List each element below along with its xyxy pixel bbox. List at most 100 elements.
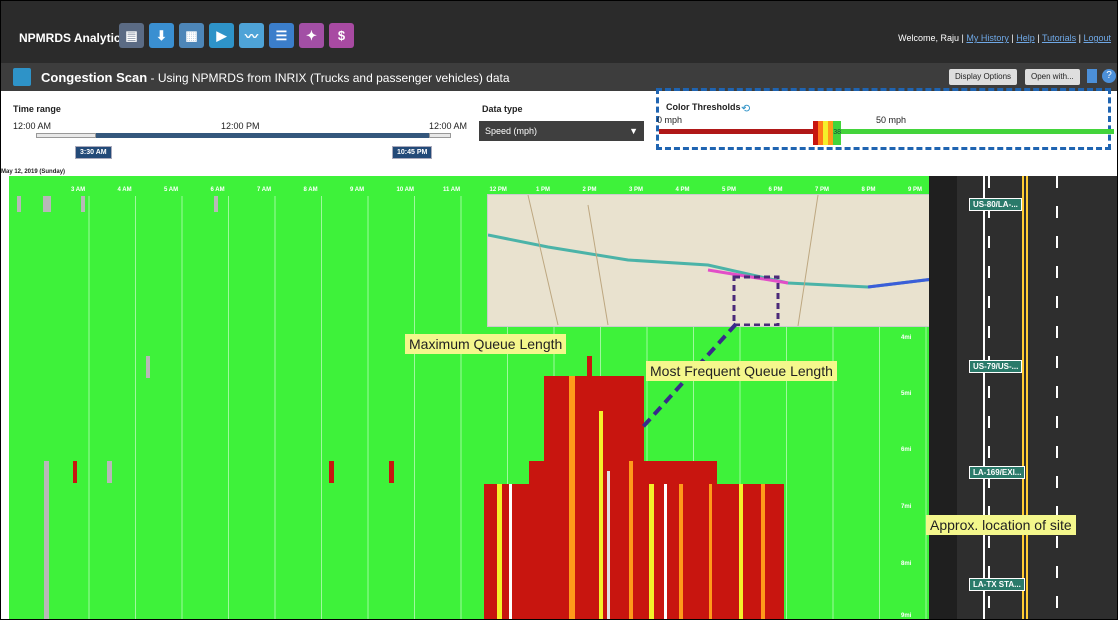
congestion-cell (679, 484, 683, 619)
congestion-cell (73, 461, 77, 483)
data-icon[interactable]: ▤ (119, 23, 144, 48)
congestion-cell (569, 376, 575, 619)
congestion-cell (329, 461, 334, 483)
congestion-cell (389, 461, 394, 483)
time-range-slider[interactable] (36, 133, 451, 138)
time-range-start-tag: 3:30 AM (75, 146, 112, 159)
congestion-cell (709, 484, 712, 619)
color-thresholds-label: Color Thresholds (666, 102, 741, 112)
hour-label: 7 AM (257, 187, 272, 193)
hour-label: 4 PM (675, 187, 690, 193)
congestion-scan-icon (13, 68, 31, 86)
controls-panel: Time range 12:00 AM 12:00 PM 12:00 AM 3:… (1, 88, 1117, 171)
tutorials-link[interactable]: Tutorials (1042, 33, 1076, 43)
congestion-cell (739, 484, 743, 619)
top-navigation-bar: NPMRDS Analytics ▤ ⬇ ▦ ▶ 〰 ☰ ✦ $ Welcome… (1, 1, 1117, 63)
logout-link[interactable]: Logout (1083, 33, 1111, 43)
hour-label: 10 AM (396, 187, 414, 193)
grid-date: May 12, 2019 (Sunday) (1, 169, 66, 175)
hour-label: 5 PM (722, 187, 737, 193)
congestion-cell (587, 356, 592, 619)
congestion-cell (607, 471, 610, 619)
hour-label: 5 AM (164, 187, 179, 193)
line-chart-icon[interactable]: 〰 (239, 23, 264, 48)
user-menu: Welcome, Raju | My History | Help | Tuto… (898, 33, 1111, 43)
mile-label-4: 4mi (901, 335, 912, 341)
congestion-cell (107, 461, 112, 483)
download-icon[interactable]: ⬇ (149, 23, 174, 48)
document-icon[interactable] (1087, 69, 1097, 83)
app-brand[interactable]: NPMRDS Analytics (19, 31, 127, 45)
hour-label: 8 AM (303, 187, 318, 193)
list-icon[interactable]: ☰ (269, 23, 294, 48)
hour-label: 11 AM (443, 187, 461, 193)
road-label-us79[interactable]: US-79/US-... (969, 360, 1023, 373)
hour-label: 6 PM (768, 187, 783, 193)
congestion-cell (146, 356, 150, 378)
hour-label: 4 AM (117, 187, 132, 193)
congestion-cell (649, 484, 654, 619)
corridor-map-inset (487, 194, 984, 327)
road-diagram: US-80/LA-... US-79/US-... LA-169/EXI... … (929, 176, 1117, 619)
video-icon[interactable]: ▶ (209, 23, 234, 48)
site-location-callout: Approx. location of site (926, 515, 1076, 535)
mile-label-5: 5mi (901, 391, 912, 397)
map-tool-icon[interactable]: ▦ (179, 23, 204, 48)
chevron-down-icon: ▼ (629, 126, 638, 136)
hour-label: 12 PM (489, 187, 507, 193)
help-link[interactable]: Help (1016, 33, 1035, 43)
congestion-cell (599, 411, 603, 619)
dollar-icon[interactable]: $ (329, 23, 354, 48)
site-location-box (732, 275, 780, 326)
time-range-mid: 12:00 PM (221, 121, 260, 131)
data-type-value: Speed (mph) (485, 126, 538, 136)
hour-label: 1 PM (536, 187, 551, 193)
hour-label: 9 AM (350, 187, 365, 193)
mile-label-6: 6mi (901, 447, 912, 453)
map-svg (488, 195, 983, 326)
app-frame: NPMRDS Analytics ▤ ⬇ ▦ ▶ 〰 ☰ ✦ $ Welcome… (0, 0, 1118, 620)
mile-label-7: 7mi (901, 504, 912, 510)
time-range-label: Time range (13, 104, 61, 114)
data-type-select[interactable]: Speed (mph) ▼ (479, 121, 644, 141)
threshold-marker-value: 38 (833, 121, 841, 145)
page-title-main: Congestion Scan (41, 70, 148, 85)
help-icon[interactable]: ? (1102, 69, 1116, 83)
congestion-cell (509, 484, 512, 619)
freq-queue-callout: Most Frequent Queue Length (646, 361, 837, 381)
threshold-mid: 50 mph (876, 115, 907, 125)
threshold-green-segment (819, 129, 1114, 134)
road-label-latx[interactable]: LA-TX STA... (969, 578, 1025, 591)
us-map-icon[interactable]: ✦ (299, 23, 324, 48)
hour-label: 2 PM (582, 187, 597, 193)
my-history-link[interactable]: My History (966, 33, 1009, 43)
congestion-cell (44, 461, 49, 619)
road-label-us80[interactable]: US-80/LA-... (969, 198, 1022, 211)
congestion-cell (43, 196, 51, 212)
mile-label-8: 8mi (901, 561, 912, 567)
road-label-la169[interactable]: LA-169/EXI... (969, 466, 1026, 479)
congestion-cell (497, 484, 502, 619)
time-range-left-handle[interactable] (36, 133, 96, 138)
time-range-start: 12:00 AM (13, 121, 52, 131)
data-type-label: Data type (482, 104, 523, 114)
refresh-icon[interactable]: ⟲ (741, 102, 750, 115)
congestion-cell (664, 484, 667, 619)
threshold-low: 0 mph (657, 115, 683, 125)
congestion-cell (761, 484, 765, 619)
congestion-cell (214, 196, 218, 212)
hour-label: 3 AM (71, 187, 86, 193)
open-with-button[interactable]: Open with... (1025, 69, 1080, 85)
time-range-right-handle[interactable] (429, 133, 451, 138)
max-queue-callout: Maximum Queue Length (405, 334, 567, 354)
hour-label: 8 PM (861, 187, 876, 193)
display-options-button[interactable]: Display Options (949, 69, 1018, 85)
threshold-red-segment (659, 129, 819, 134)
page-subtitle: - Using NPMRDS from INRIX (Trucks and pa… (147, 71, 510, 85)
title-bar: Congestion Scan - Using NPMRDS from INRI… (1, 63, 1117, 91)
hour-label: 9 PM (908, 187, 923, 193)
time-range-end: 12:00 AM (429, 121, 468, 131)
mile-label-9: 9mi (901, 613, 912, 619)
page-title: Congestion Scan - Using NPMRDS from INRI… (41, 70, 510, 85)
threshold-marker[interactable]: 38 (813, 121, 841, 145)
